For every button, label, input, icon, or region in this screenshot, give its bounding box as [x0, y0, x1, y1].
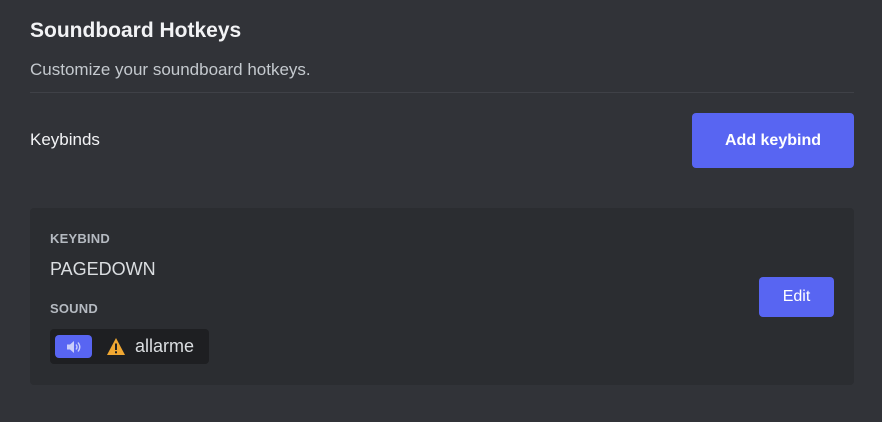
soundboard-hotkeys-page: Soundboard Hotkeys Customize your soundb…	[0, 0, 882, 422]
section-divider	[30, 92, 854, 93]
keybinds-heading: Keybinds	[30, 130, 100, 149]
sound-field-label: SOUND	[50, 301, 98, 316]
warning-icon	[107, 338, 125, 355]
page-subtitle: Customize your soundboard hotkeys.	[30, 60, 311, 79]
keybind-value: PAGEDOWN	[50, 259, 156, 279]
keybind-card: KEYBIND PAGEDOWN SOUND allarme Edit	[30, 208, 854, 385]
keybind-field-label: KEYBIND	[50, 231, 110, 246]
speaker-icon[interactable]	[55, 335, 92, 358]
edit-keybind-button[interactable]: Edit	[759, 277, 834, 317]
add-keybind-button[interactable]: Add keybind	[692, 113, 854, 168]
page-title: Soundboard Hotkeys	[30, 19, 242, 42]
sound-chip: allarme	[50, 329, 209, 364]
sound-name: allarme	[135, 336, 195, 356]
